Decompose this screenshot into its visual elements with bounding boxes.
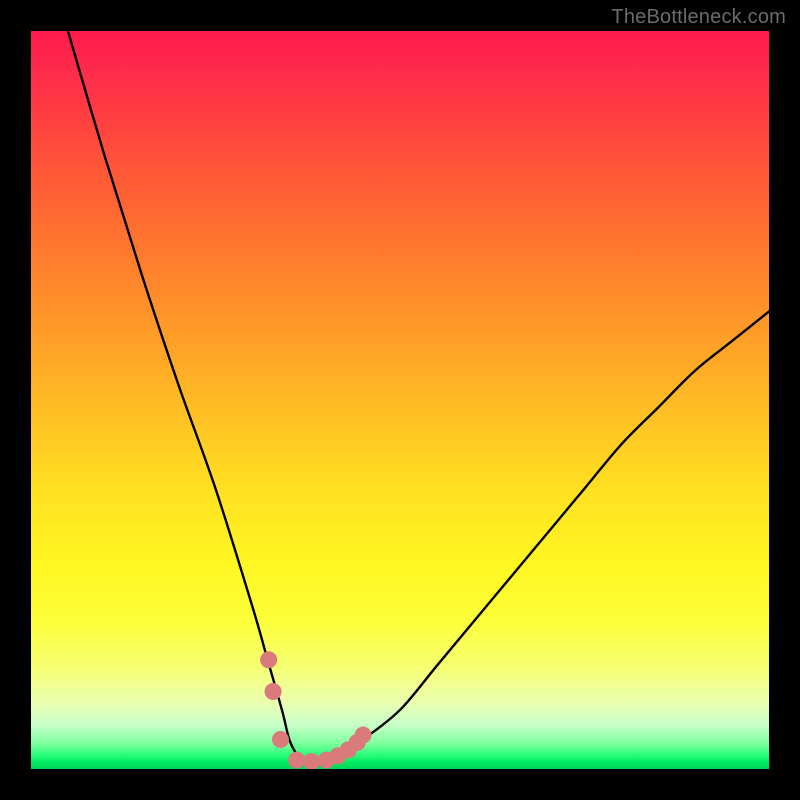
curve-markers — [260, 651, 371, 769]
watermark-text: TheBottleneck.com — [611, 6, 786, 29]
curve-marker — [355, 727, 372, 744]
curve-marker — [303, 753, 320, 769]
curve-marker — [272, 731, 289, 748]
plot-area — [31, 31, 769, 769]
curve-marker — [260, 651, 277, 668]
bottleneck-curve — [68, 31, 769, 762]
bottleneck-curve-svg — [31, 31, 769, 769]
curve-marker — [265, 683, 282, 700]
chart-frame: TheBottleneck.com — [0, 0, 800, 800]
curve-marker — [288, 752, 305, 769]
